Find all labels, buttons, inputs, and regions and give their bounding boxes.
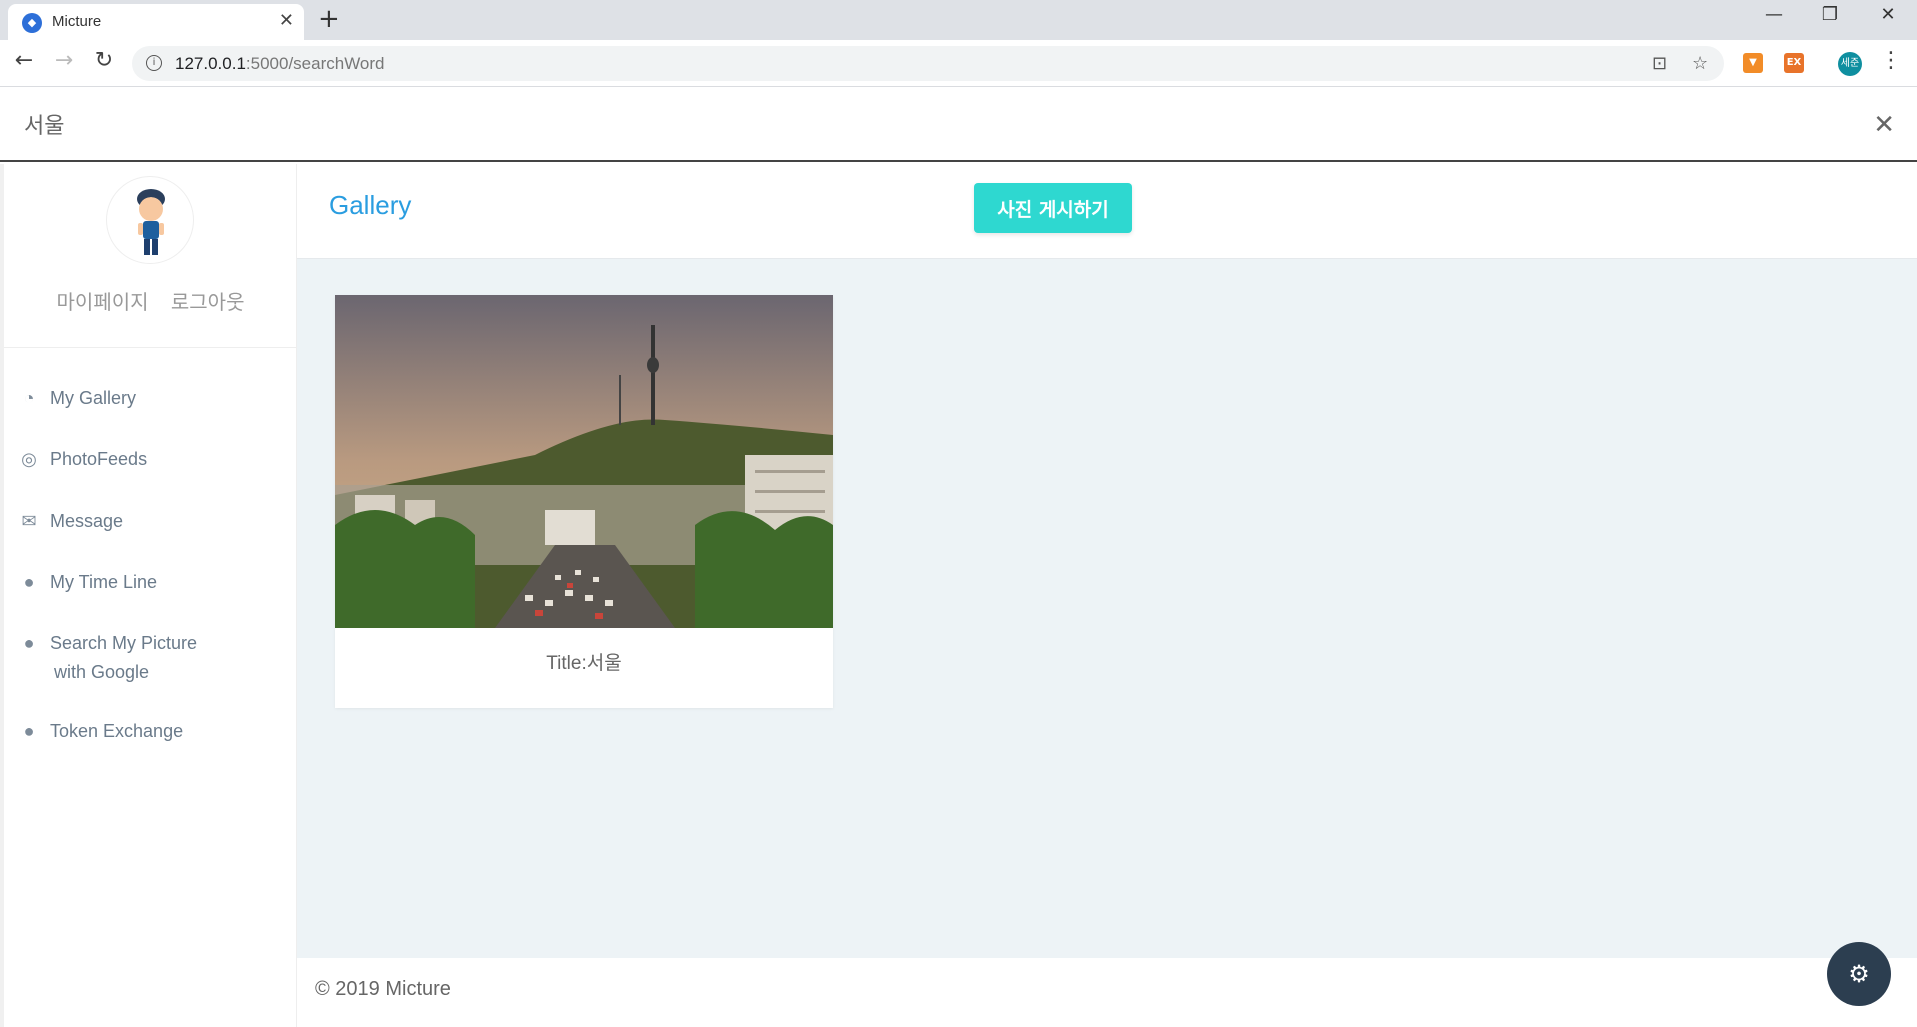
url-text[interactable]: 127.0.0.1:5000/searchWord [175,54,385,74]
tab-close-icon[interactable]: ✕ [279,10,294,31]
sidebar-divider [4,347,297,348]
browser-tab[interactable]: ◆ Micture ✕ [8,4,304,40]
logout-link[interactable]: 로그아웃 [171,290,245,314]
browser-toolbar: ← → ↻ i 127.0.0.1:5000/searchWord ⊡ ☆ ▼ … [0,40,1917,87]
browser-tab-strip: ◆ Micture ✕ + — ❐ ✕ [0,0,1917,40]
mail-icon: ✉ [21,511,37,531]
new-tab-button[interactable]: + [318,4,340,34]
tab-title: Micture [52,13,102,30]
mypage-link[interactable]: 마이페이지 [57,290,149,314]
post-photo-button[interactable]: 사진 게시하기 [974,183,1132,233]
bubbles-icon: ● [23,633,35,653]
sidebar-item-my-gallery[interactable]: ◔ My Gallery [18,388,136,409]
search-close-icon[interactable]: ✕ [1873,110,1895,140]
browser-menu-icon[interactable]: ⋮ [1880,48,1902,73]
sidebar-item-token-exchange[interactable]: ● Token Exchange [18,721,184,742]
sidebar-item-message[interactable]: ✉ Message [18,511,123,532]
settings-gear-icon[interactable]: ⚙ [1827,942,1891,1006]
target-icon: ◎ [21,449,37,469]
copyright-text: © 2019 Micture [315,978,451,1000]
address-bar[interactable]: i 127.0.0.1:5000/searchWord ⊡ ☆ [132,46,1724,81]
gallery-card[interactable]: Title:서울 [335,295,833,708]
site-favicon-icon: ◆ [22,13,42,33]
card-photo[interactable] [335,295,833,628]
sidebar-item-photofeeds[interactable]: ◎ PhotoFeeds [18,449,147,470]
reload-icon[interactable]: ↻ [89,48,119,73]
forward-arrow-icon[interactable]: → [49,48,79,73]
back-arrow-icon[interactable]: ← [9,48,39,73]
user-avatar-icon [137,189,165,255]
page-title: Gallery [329,190,412,220]
main-header: Gallery 사진 게시하기 [297,164,1917,259]
sidebar-item-search-my-picture[interactable]: ● Search My Picture with Google [18,633,198,683]
translate-icon[interactable]: ⊡ [1652,53,1667,74]
avatar[interactable] [106,176,194,264]
seoul-photo-image [335,295,833,628]
fox-extension-icon[interactable]: ▼ [1743,53,1763,73]
search-bar: 서울 ✕ [0,88,1917,162]
profile-avatar[interactable]: 세준 [1838,52,1862,76]
window-close-button[interactable]: ✕ [1868,4,1908,25]
main-content: Gallery 사진 게시하기 Title:서울 © 2019 Micture [297,164,1917,1027]
dashboard-icon: ◔ [23,388,35,408]
footer: © 2019 Micture [297,958,1917,1027]
ex-extension-icon[interactable]: EX [1784,53,1804,73]
card-caption: Title:서울 [546,653,622,674]
profile-links: 마이페이지 로그아웃 [4,286,297,315]
minimize-button[interactable]: — [1754,4,1794,25]
bubbles-icon: ● [23,572,35,592]
restore-button[interactable]: ❐ [1810,4,1850,25]
bubbles-icon: ● [23,721,35,741]
sidebar-item-my-time-line[interactable]: ● My Time Line [18,572,157,593]
sidebar: 마이페이지 로그아웃 ◔ My Gallery ◎ PhotoFeeds ✉ Mess… [0,164,297,1027]
search-query[interactable]: 서울 [24,108,64,140]
bookmark-star-icon[interactable]: ☆ [1692,53,1708,74]
site-info-icon[interactable]: i [146,55,162,71]
